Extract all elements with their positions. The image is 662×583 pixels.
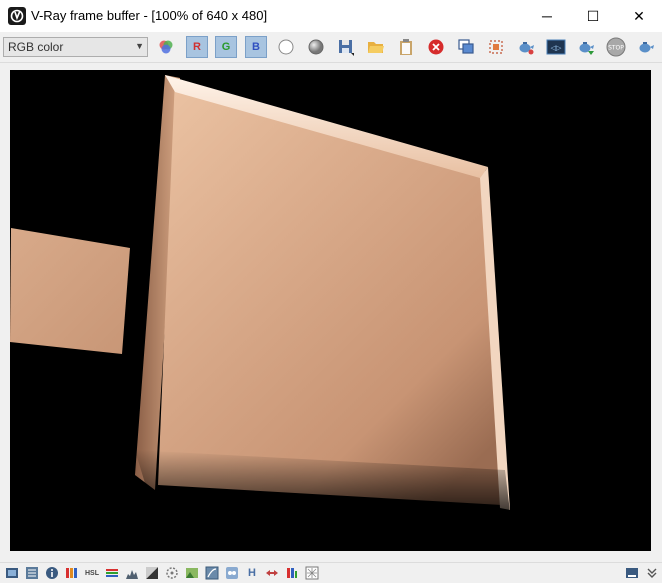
hsl-icon: HSL <box>85 569 99 577</box>
red-channel-button[interactable]: R <box>186 36 208 58</box>
green-channel-button[interactable]: G <box>215 36 237 58</box>
stop-render-button[interactable]: STOP <box>605 36 627 58</box>
title-bar: V-Ray frame buffer - [100% of 640 x 480]… <box>0 0 662 32</box>
green-channel-icon: G <box>221 41 231 53</box>
copy-to-clipboard-button[interactable] <box>395 36 417 58</box>
blue-channel-icon: B <box>252 41 260 53</box>
toolbar: RGB color ▼ R G B ◁▷ STOP <box>0 32 662 63</box>
expand-icon <box>647 568 657 578</box>
render-button[interactable] <box>635 36 657 58</box>
rendered-image <box>10 70 651 551</box>
clear-icon <box>428 39 444 55</box>
display-correction-button[interactable]: ◁▷ <box>545 36 567 58</box>
interactive-render-button[interactable] <box>575 36 597 58</box>
render-viewport[interactable] <box>10 70 651 551</box>
minimize-button[interactable]: ─ <box>524 0 570 32</box>
curves-icon <box>106 569 118 577</box>
color-corrections-icon <box>159 40 173 54</box>
clear-image-button[interactable] <box>425 36 447 58</box>
info-icon <box>46 567 58 579</box>
frame-button[interactable] <box>4 565 20 581</box>
curves-button[interactable] <box>104 565 120 581</box>
background-icon <box>186 568 198 578</box>
lens-effects-icon <box>166 567 178 579</box>
window-title: V-Ray frame buffer - [100% of 640 x 480] <box>31 8 268 23</box>
vray-logo-icon <box>8 7 26 25</box>
frame-icon <box>6 568 18 578</box>
white-circle-icon <box>278 39 294 55</box>
grey-circle-icon <box>308 39 324 55</box>
close-button[interactable]: ✕ <box>616 0 662 32</box>
follow-mouse-icon <box>305 566 319 580</box>
teapot-render-icon <box>519 42 534 55</box>
expand-button[interactable] <box>644 565 660 581</box>
svg-text:◁▷: ◁▷ <box>551 44 562 52</box>
color-balance-icon <box>287 568 297 578</box>
render-last-button[interactable] <box>515 36 537 58</box>
lens-effects-button[interactable] <box>164 565 180 581</box>
duplicate-to-history-button[interactable] <box>455 36 477 58</box>
small-plane <box>10 228 130 354</box>
mono-mode-button[interactable] <box>275 36 297 58</box>
histogram-button[interactable] <box>124 565 140 581</box>
white-balance-button[interactable] <box>264 565 280 581</box>
color-corrections-button[interactable] <box>155 36 177 58</box>
panel-toggle-icon <box>626 568 638 578</box>
region-render-button[interactable] <box>485 36 507 58</box>
h-button[interactable]: H <box>244 565 260 581</box>
background-button[interactable] <box>184 565 200 581</box>
alpha-mode-button[interactable] <box>305 36 327 58</box>
open-icon <box>368 42 384 53</box>
chevron-down-icon: ▼ <box>135 41 144 51</box>
history-icon <box>26 567 38 579</box>
lut-button[interactable] <box>204 565 220 581</box>
hsl-button[interactable]: HSL <box>84 565 100 581</box>
maximize-icon: ☐ <box>586 7 600 24</box>
histogram-icon <box>126 570 138 579</box>
duplicate-to-history-icon <box>458 39 474 54</box>
region-render-icon <box>489 40 503 54</box>
save-button[interactable] <box>335 36 357 58</box>
channel-dropdown[interactable]: RGB color ▼ <box>3 37 148 57</box>
teapot-interactive-icon <box>579 42 594 55</box>
channel-dropdown-value: RGB color <box>8 40 64 54</box>
display-correction-icon: ◁▷ <box>546 39 566 55</box>
teapot-render-last-icon <box>639 42 654 53</box>
info-button[interactable] <box>44 565 60 581</box>
color-balance-button[interactable] <box>284 565 300 581</box>
clipboard-icon <box>400 39 412 55</box>
status-bar: HSL H <box>0 562 662 583</box>
ocio-button[interactable] <box>224 565 240 581</box>
save-icon <box>339 40 354 56</box>
color-levels-icon <box>66 568 77 578</box>
red-channel-icon: R <box>193 41 201 53</box>
panel-toggle-button[interactable] <box>624 565 640 581</box>
blue-channel-button[interactable]: B <box>245 36 267 58</box>
follow-mouse-button[interactable] <box>304 565 320 581</box>
history-button[interactable] <box>24 565 40 581</box>
ocio-icon <box>226 567 238 579</box>
svg-text:STOP: STOP <box>608 45 624 52</box>
close-icon: ✕ <box>633 7 645 24</box>
open-button[interactable] <box>365 36 387 58</box>
color-levels-button[interactable] <box>64 565 80 581</box>
exposure-button[interactable] <box>144 565 160 581</box>
minimize-icon: ─ <box>542 8 552 24</box>
h-icon: H <box>248 567 256 579</box>
lut-icon <box>205 566 219 580</box>
stop-icon: STOP <box>606 37 626 57</box>
white-balance-icon <box>266 570 278 576</box>
exposure-icon <box>146 567 158 579</box>
maximize-button[interactable]: ☐ <box>570 0 616 32</box>
